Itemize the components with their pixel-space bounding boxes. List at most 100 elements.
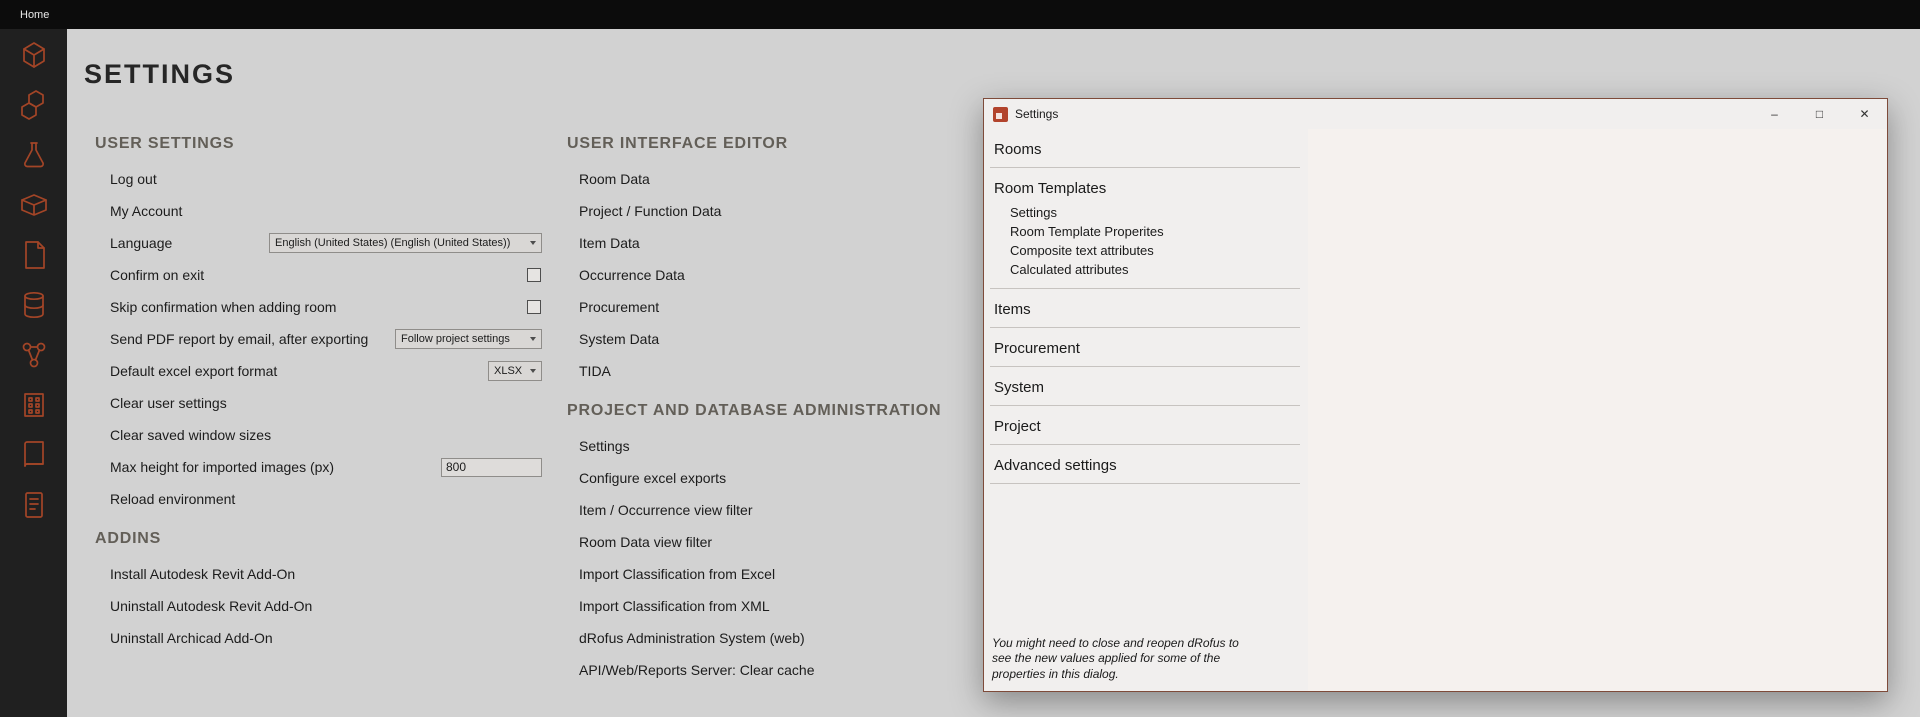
home-tab[interactable]: Home xyxy=(0,9,69,21)
ui-editor-header: USER INTERFACE EDITOR xyxy=(567,134,1047,154)
book-icon[interactable] xyxy=(12,435,56,475)
nav-subitem-room-template-properties[interactable]: Room Template Properites xyxy=(994,222,1300,241)
skip-confirmation-checkbox[interactable] xyxy=(527,300,541,314)
document-icon[interactable] xyxy=(12,235,56,275)
tida-row: TIDA xyxy=(567,355,1047,387)
uninstall-archicad-addon-link[interactable]: Uninstall Archicad Add-On xyxy=(110,630,273,646)
chevron-down-icon xyxy=(530,369,536,373)
language-dropdown[interactable]: English (United States) (English (United… xyxy=(269,233,542,253)
clear-cache-link[interactable]: API/Web/Reports Server: Clear cache xyxy=(579,662,815,678)
close-button[interactable]: ✕ xyxy=(1842,99,1887,129)
project-function-data-row: Project / Function Data xyxy=(567,195,1047,227)
skip-confirmation-label: Skip confirmation when adding room xyxy=(110,299,336,315)
assembly-cube-icon[interactable] xyxy=(12,85,56,125)
page-title: SETTINGS xyxy=(84,59,235,90)
app-sidebar xyxy=(0,29,67,717)
send-pdf-dropdown[interactable]: Follow project settings xyxy=(395,329,542,349)
package-icon[interactable] xyxy=(12,185,56,225)
nav-group-advanced-settings: Advanced settings xyxy=(990,445,1300,484)
clear-saved-window-sizes-link[interactable]: Clear saved window sizes xyxy=(110,427,271,443)
minimize-button[interactable]: – xyxy=(1752,99,1797,129)
top-bar: Home xyxy=(0,0,1920,29)
occurrence-data-link[interactable]: Occurrence Data xyxy=(579,267,685,283)
clear-user-settings-row: Clear user settings xyxy=(95,387,542,419)
drofus-admin-system-link[interactable]: dRofus Administration System (web) xyxy=(579,630,805,646)
room-data-link[interactable]: Room Data xyxy=(579,171,650,187)
nav-group-rooms: Rooms xyxy=(990,137,1300,168)
my-account-row: My Account xyxy=(95,195,542,227)
nav-item-room-templates[interactable]: Room Templates xyxy=(994,180,1300,197)
language-dropdown-value: English (United States) (English (United… xyxy=(275,237,510,249)
nav-item-advanced-settings[interactable]: Advanced settings xyxy=(994,457,1300,474)
max-height-row: Max height for imported images (px) xyxy=(95,451,542,483)
chevron-down-icon xyxy=(530,241,536,245)
excel-format-row: Default excel export format XLSX xyxy=(95,355,542,387)
uninstall-revit-addon-link[interactable]: Uninstall Autodesk Revit Add-On xyxy=(110,598,312,614)
excel-format-dropdown[interactable]: XLSX xyxy=(488,361,542,381)
flask-icon[interactable] xyxy=(12,135,56,175)
settings-dialog: Settings – □ ✕ Rooms Room Templates Sett… xyxy=(983,98,1888,692)
send-pdf-dropdown-value: Follow project settings xyxy=(401,333,510,345)
room-data-view-filter-link[interactable]: Room Data view filter xyxy=(579,534,712,550)
nav-item-items[interactable]: Items xyxy=(994,301,1300,318)
dialog-nav: Rooms Room Templates Settings Room Templ… xyxy=(984,129,1308,691)
dialog-body: Rooms Room Templates Settings Room Templ… xyxy=(984,129,1887,691)
nav-subitem-composite-text-attributes[interactable]: Composite text attributes xyxy=(994,241,1300,260)
excel-format-dropdown-value: XLSX xyxy=(494,365,522,377)
dialog-titlebar[interactable]: Settings – □ ✕ xyxy=(984,99,1887,129)
project-function-data-link[interactable]: Project / Function Data xyxy=(579,203,721,219)
install-revit-addon-row: Install Autodesk Revit Add-On xyxy=(95,558,542,590)
procurement-link[interactable]: Procurement xyxy=(579,299,659,315)
nav-group-project: Project xyxy=(990,406,1300,445)
room-data-row: Room Data xyxy=(567,163,1047,195)
max-height-input[interactable] xyxy=(441,458,542,477)
clear-user-settings-link[interactable]: Clear user settings xyxy=(110,395,227,411)
occurrence-network-icon[interactable] xyxy=(12,335,56,375)
system-data-row: System Data xyxy=(567,323,1047,355)
import-classification-xml-link[interactable]: Import Classification from XML xyxy=(579,598,770,614)
confirm-on-exit-checkbox[interactable] xyxy=(527,268,541,282)
chevron-down-icon xyxy=(530,337,536,341)
ui-editor-column: USER INTERFACE EDITOR Room Data Project … xyxy=(567,134,1047,686)
occurrence-data-row: Occurrence Data xyxy=(567,259,1047,291)
import-classification-excel-link[interactable]: Import Classification from Excel xyxy=(579,566,775,582)
drofus-admin-system-row: dRofus Administration System (web) xyxy=(567,622,1047,654)
system-data-link[interactable]: System Data xyxy=(579,331,659,347)
my-account-link[interactable]: My Account xyxy=(110,203,182,219)
admin-header: PROJECT AND DATABASE ADMINISTRATION xyxy=(567,401,1047,421)
import-classification-excel-row: Import Classification from Excel xyxy=(567,558,1047,590)
nav-subitem-calculated-attributes[interactable]: Calculated attributes xyxy=(994,260,1300,279)
logout-link[interactable]: Log out xyxy=(110,171,157,187)
nav-group-system: System xyxy=(990,367,1300,406)
send-pdf-label: Send PDF report by email, after exportin… xyxy=(110,331,368,347)
reload-environment-link[interactable]: Reload environment xyxy=(110,491,235,507)
item-occurrence-view-filter-row: Item / Occurrence view filter xyxy=(567,494,1047,526)
dialog-title: Settings xyxy=(1015,107,1752,121)
confirm-on-exit-row: Confirm on exit xyxy=(95,259,542,291)
model-cube-icon[interactable] xyxy=(12,35,56,75)
install-revit-addon-link[interactable]: Install Autodesk Revit Add-On xyxy=(110,566,295,582)
nav-item-procurement[interactable]: Procurement xyxy=(994,340,1300,357)
maximize-button[interactable]: □ xyxy=(1797,99,1842,129)
nav-item-system[interactable]: System xyxy=(994,379,1300,396)
nav-subitem-settings[interactable]: Settings xyxy=(994,203,1300,222)
nav-item-project[interactable]: Project xyxy=(994,418,1300,435)
excel-format-label: Default excel export format xyxy=(110,363,277,379)
admin-settings-link[interactable]: Settings xyxy=(579,438,630,454)
clipboard-icon[interactable] xyxy=(12,485,56,525)
user-settings-header: USER SETTINGS xyxy=(95,134,542,154)
drofus-logo-icon xyxy=(993,107,1008,122)
room-data-view-filter-row: Room Data view filter xyxy=(567,526,1047,558)
nav-item-rooms[interactable]: Rooms xyxy=(994,141,1300,158)
send-pdf-row: Send PDF report by email, after exportin… xyxy=(95,323,542,355)
configure-excel-exports-link[interactable]: Configure excel exports xyxy=(579,470,726,486)
uninstall-revit-addon-row: Uninstall Autodesk Revit Add-On xyxy=(95,590,542,622)
item-data-link[interactable]: Item Data xyxy=(579,235,640,251)
reload-environment-row: Reload environment xyxy=(95,483,542,515)
user-settings-column: USER SETTINGS Log out My Account Languag… xyxy=(95,134,542,654)
nav-group-room-templates: Room Templates Settings Room Template Pr… xyxy=(990,168,1300,289)
tida-link[interactable]: TIDA xyxy=(579,363,611,379)
building-grid-icon[interactable] xyxy=(12,385,56,425)
database-icon[interactable] xyxy=(12,285,56,325)
item-occurrence-view-filter-link[interactable]: Item / Occurrence view filter xyxy=(579,502,753,518)
